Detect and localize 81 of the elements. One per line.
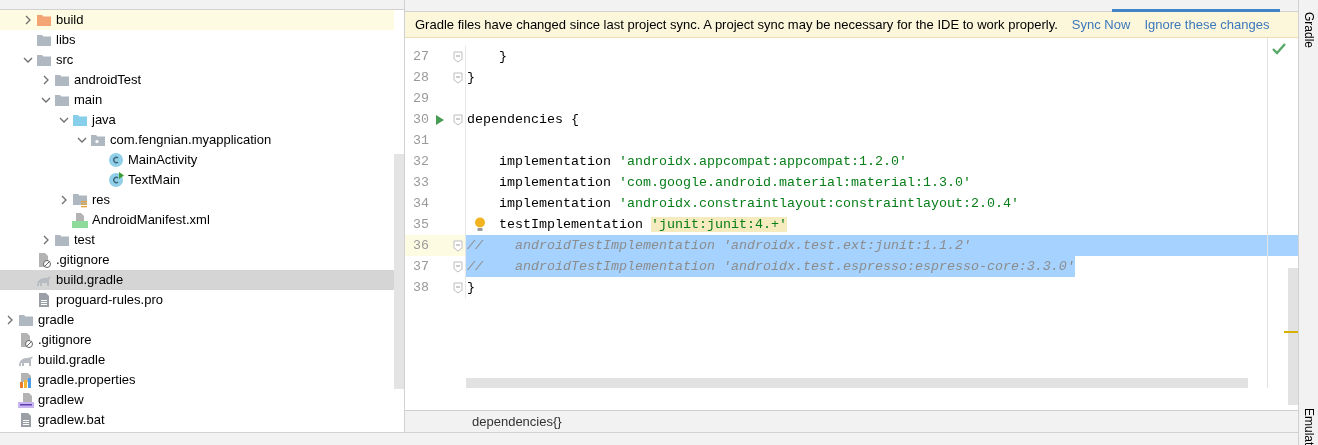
line-number: 28 — [412, 68, 429, 87]
line-number: 31 — [412, 131, 429, 150]
fold-marker-icon[interactable] — [453, 281, 463, 294]
code-text: implementation 'androidx.constraintlayout:constraintlayout:2.0.4' — [498, 195, 1019, 213]
tree-item[interactable]: AndroidManifest.xml — [0, 210, 394, 230]
scrollbar-thumb[interactable] — [394, 154, 404, 389]
notification-message: Gradle files have changed since last project sync. A project sync may be necessary for the IDE to work properly. — [415, 15, 1058, 34]
check-icon — [1272, 43, 1286, 55]
scrollbar-thumb[interactable] — [1288, 268, 1298, 405]
resource-folder-icon — [72, 192, 88, 208]
line-number: 33 — [412, 173, 429, 192]
tree-item[interactable]: proguard-rules.pro — [0, 290, 394, 310]
package-icon — [90, 133, 106, 147]
folder-icon — [36, 53, 52, 67]
fold-marker-icon[interactable] — [453, 239, 463, 252]
line-number: 38 — [412, 278, 429, 297]
code-text: } — [466, 69, 475, 87]
code-text: dependencies { — [466, 111, 579, 129]
notification-link[interactable]: Sync Now — [1071, 14, 1131, 35]
script-file-icon — [18, 392, 34, 408]
breadcrumb[interactable]: dependencies{} — [472, 411, 562, 432]
text-file-icon — [36, 292, 52, 308]
line-number: 35 — [412, 215, 429, 234]
class-icon — [108, 172, 124, 188]
fold-marker-icon[interactable] — [453, 113, 463, 126]
folder-icon — [72, 113, 88, 127]
lightbulb-icon[interactable] — [474, 217, 486, 232]
tree-item[interactable]: .gitignore — [0, 250, 394, 270]
tree-item[interactable]: src — [0, 50, 394, 70]
folder-icon — [36, 33, 52, 47]
folder-icon — [54, 73, 70, 87]
fold-marker-icon[interactable] — [453, 50, 463, 63]
text-file-icon — [18, 412, 34, 428]
folder-icon — [54, 233, 70, 247]
tree-item[interactable]: test — [0, 230, 394, 250]
class-icon — [108, 152, 124, 168]
ignore-file-icon — [36, 252, 52, 268]
tree-item[interactable]: androidTest — [0, 70, 394, 90]
folder-icon — [36, 13, 52, 27]
tree-item[interactable]: gradle — [0, 310, 394, 330]
notification-link[interactable]: Ignore these changes — [1144, 14, 1270, 35]
tree-item[interactable]: MainActivity — [0, 150, 394, 170]
run-icon[interactable] — [435, 113, 445, 126]
code-text: implementation 'com.google.android.material:material:1.3.0' — [498, 174, 971, 192]
line-number: 36 — [412, 236, 429, 255]
manifest-file-icon — [72, 212, 88, 228]
tree-item[interactable]: gradle.properties — [0, 370, 394, 390]
tree-item[interactable]: main — [0, 90, 394, 110]
line-number: 27 — [412, 47, 429, 66]
tree-item[interactable]: libs — [0, 30, 394, 50]
folder-icon — [54, 93, 70, 107]
code-text: } — [466, 279, 475, 297]
line-number: 37 — [412, 257, 429, 276]
folder-icon — [18, 313, 34, 327]
ignore-file-icon — [18, 332, 34, 348]
code-text: // androidTestImplementation 'androidx.test.espresso:espresso-core:3.3.0' — [466, 256, 1075, 277]
properties-file-icon — [18, 372, 34, 388]
horizontal-scrollbar[interactable] — [466, 378, 1248, 388]
code-text: implementation 'androidx.appcompat:appcompat:1.2.0' — [498, 153, 907, 171]
code-text: // androidTestImplementation 'androidx.test.ext:junit:1.1.2' — [466, 235, 971, 256]
tree-item[interactable]: TextMain — [0, 170, 394, 190]
tree-item[interactable]: com.fengnian.myapplication — [0, 130, 394, 150]
tool-window-tab[interactable]: Gradle — [1299, 12, 1318, 49]
tree-item[interactable]: res — [0, 190, 394, 210]
tree-item[interactable]: build.gradle — [0, 270, 394, 290]
tree-item[interactable]: gradlew.bat — [0, 410, 394, 430]
tree-item[interactable]: gradlew — [0, 390, 394, 410]
tool-window-tab[interactable]: Emulat — [1299, 407, 1318, 445]
fold-marker-icon[interactable] — [453, 71, 463, 84]
code-text: } — [498, 48, 507, 66]
tree-item[interactable]: build — [0, 10, 394, 30]
line-number: 29 — [412, 89, 429, 108]
tree-item[interactable]: .gitignore — [0, 330, 394, 350]
tree-item[interactable]: java — [0, 110, 394, 130]
tree-item[interactable]: build.gradle — [0, 350, 394, 370]
code-text: testImplementation 'junit:junit:4.+' — [498, 216, 787, 234]
line-number: 30 — [412, 110, 429, 129]
line-number: 32 — [412, 152, 429, 171]
line-number: 34 — [412, 194, 429, 213]
warning-marker — [1284, 331, 1298, 333]
fold-marker-icon[interactable] — [453, 260, 463, 273]
